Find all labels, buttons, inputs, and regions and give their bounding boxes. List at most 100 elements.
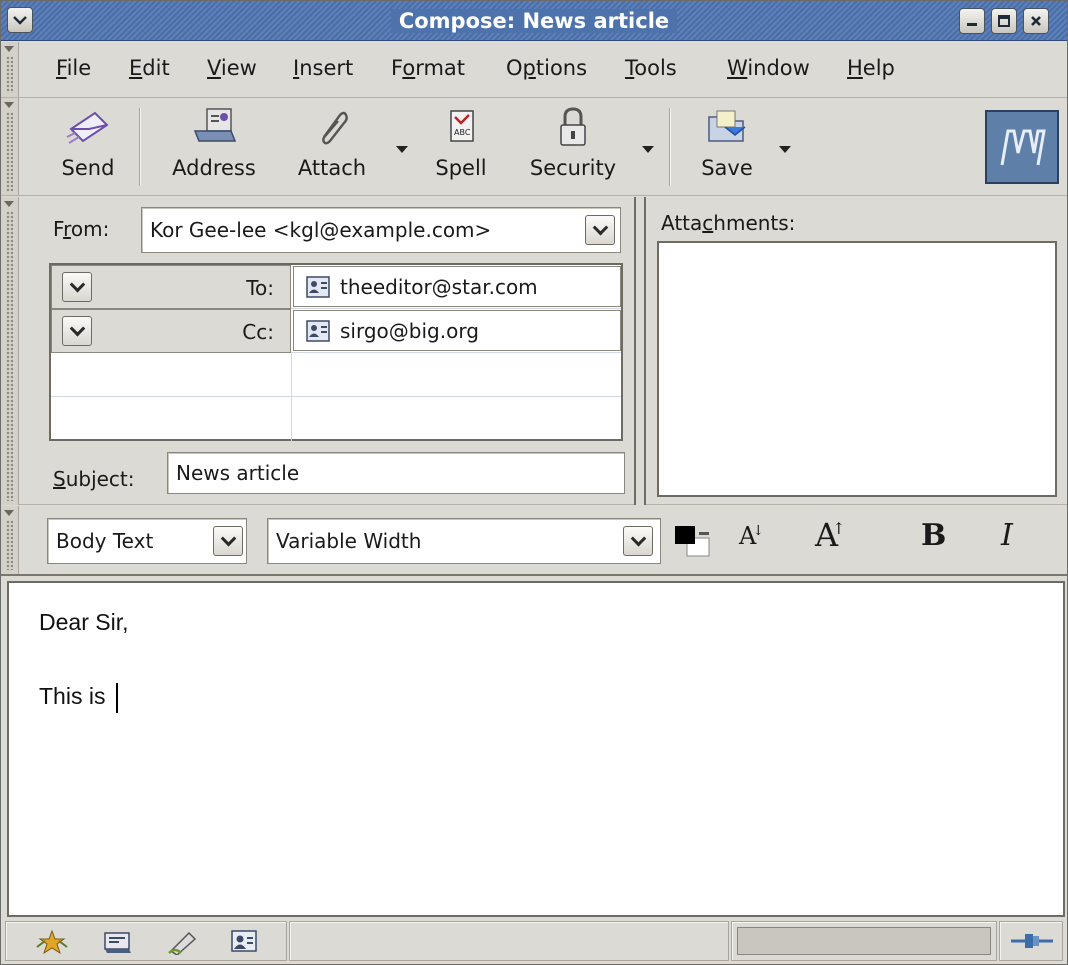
toolbar-separator [669,108,671,186]
mail-icon[interactable] [103,929,133,955]
formatbar-grip-handle[interactable] [1,506,19,574]
menu-tools[interactable]: Tools [625,56,677,80]
menu-help[interactable]: Help [847,56,895,80]
address-area: From: Kor Gee-lee <kgl@example.com> To: … [1,197,1067,505]
recipient-list: To: theeditor@star.com Cc: sirgo@big.org [49,263,623,441]
contact-card-icon [306,319,330,342]
title-bar[interactable]: Compose: News article [1,1,1067,41]
recipient-address-field[interactable]: theeditor@star.com [293,266,621,307]
save-folder-icon [708,110,746,142]
text-caret [115,683,118,713]
mozilla-m-icon [1000,129,1046,166]
status-text-area [289,921,729,961]
save-button[interactable]: Save [691,104,763,190]
send-label: Send [61,156,115,180]
mozilla-logo [985,110,1059,184]
navigator-icon[interactable] [35,927,69,957]
chevron-down-icon [220,530,236,546]
chevron-down-icon [69,276,85,292]
online-plug-icon[interactable] [1009,929,1055,953]
attachments-list[interactable] [657,241,1057,497]
menu-insert[interactable]: Insert [293,56,353,80]
recipient-type-dropdown[interactable] [62,316,92,346]
recipient-address-field[interactable]: sirgo@big.org [293,310,621,351]
menu-format[interactable]: Format [391,56,465,80]
address-book-icon[interactable] [229,927,259,955]
menu-window[interactable]: Window [727,56,810,80]
subject-input[interactable]: News article [167,452,625,494]
from-label: From: [53,217,110,241]
recipient-address: theeditor@star.com [340,274,538,299]
address-button[interactable]: Address [159,104,269,190]
menu-edit[interactable]: Edit [129,56,170,80]
attach-button[interactable]: Attach [289,104,375,190]
italic-button[interactable]: I [1001,518,1013,553]
chevron-down-icon [69,320,85,336]
menu-options[interactable]: Options [506,56,587,80]
paragraph-style-value: Body Text [56,529,154,553]
bold-button[interactable]: B [921,518,946,553]
close-icon [1031,16,1041,26]
progress-meter [737,927,991,955]
compose-window: Compose: News article File Edit View Ins… [0,0,1068,965]
from-select[interactable]: Kor Gee-lee <kgl@example.com> [141,207,621,253]
toolbar-grip-handle[interactable] [1,98,19,195]
chevron-down-icon [630,530,646,546]
spell-button[interactable]: ABC Spell [425,104,497,190]
toolbar-separator [139,108,141,186]
composer-icon[interactable] [167,929,199,955]
security-dropdown-arrow[interactable] [642,146,654,153]
paperclip-icon [322,111,348,145]
recipient-row: To: theeditor@star.com [51,265,621,309]
lock-icon [560,107,586,146]
recipient-type-select[interactable]: Cc: [51,309,291,353]
security-button[interactable]: Security [517,104,629,190]
recipient-type-label: Cc: [242,320,274,344]
address-label: Address [172,156,256,180]
maximize-button[interactable] [991,8,1017,34]
menubar-grip-handle[interactable] [1,42,19,97]
font-dropdown[interactable] [623,526,653,556]
font-select[interactable]: Variable Width [267,518,661,564]
recipient-row-empty[interactable] [51,397,621,441]
recipient-type-select[interactable]: To: [51,265,291,309]
menu-file[interactable]: File [56,56,91,80]
recipient-row: Cc: sirgo@big.org [51,309,621,353]
body-line: Dear Sir, [39,609,129,635]
contact-card-icon [306,275,330,298]
attachments-label: Attachments: [661,211,796,235]
close-button[interactable] [1023,8,1049,34]
attachments-splitter[interactable] [634,197,646,505]
subject-value: News article [176,461,300,485]
save-label: Save [701,156,753,180]
font-value: Variable Width [276,529,422,553]
main-toolbar: Send Address Attach ABC Spell Security S… [1,98,1067,196]
message-body-editor[interactable]: Dear Sir, This is [7,581,1065,917]
attach-dropdown-arrow[interactable] [396,146,408,153]
security-label: Security [529,156,617,180]
attach-label: Attach [297,156,367,180]
svg-text:ABC: ABC [454,128,471,137]
smaller-font-button[interactable]: A↓ [739,522,764,550]
menu-view[interactable]: View [207,56,257,80]
recipient-type-label: To: [246,276,274,300]
text-color-icon[interactable] [673,524,713,558]
status-bar [1,919,1067,964]
window-title: Compose: News article [390,9,678,33]
subject-label: Subject: [53,467,135,491]
from-value: Kor Gee-lee <kgl@example.com> [150,218,492,242]
save-dropdown-arrow[interactable] [779,146,791,153]
address-grip-handle[interactable] [1,197,19,505]
spell-label: Spell [435,156,487,180]
spellcheck-icon: ABC [450,110,474,142]
recipient-row-empty[interactable] [51,353,621,397]
paragraph-style-dropdown[interactable] [213,526,243,556]
recipient-type-dropdown[interactable] [62,272,92,302]
minimize-button[interactable] [959,8,985,34]
menu-bar: File Edit View Insert Format Options Too… [1,42,1067,98]
maximize-icon [998,15,1010,27]
from-dropdown-button[interactable] [585,215,615,245]
minimize-icon [967,23,977,26]
larger-font-button[interactable]: A↑ [815,516,846,554]
send-button[interactable]: Send [51,104,125,190]
